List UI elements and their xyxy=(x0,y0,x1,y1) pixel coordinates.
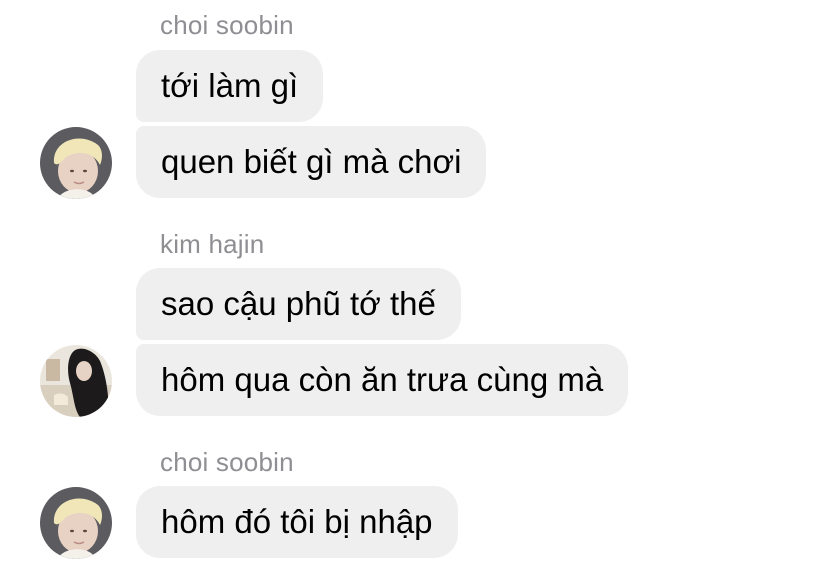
message-bubble[interactable]: hôm qua còn ăn trưa cùng mà xyxy=(136,344,629,416)
blond-person-avatar[interactable] xyxy=(40,487,112,559)
message-bubble[interactable]: tới làm gì xyxy=(136,50,324,122)
sender-name: kim hajin xyxy=(160,229,265,259)
sender-name: choi soobin xyxy=(160,10,294,40)
dark-hair-person-avatar[interactable] xyxy=(40,345,112,417)
avatar-image xyxy=(40,345,112,417)
message-bubble[interactable]: sao cậu phũ tớ thế xyxy=(136,268,461,340)
message-bubble[interactable]: quen biết gì mà chơi xyxy=(136,126,487,198)
avatar-image xyxy=(40,487,112,559)
message-bubble[interactable]: hôm đó tôi bị nhập xyxy=(136,486,458,558)
chat-thread: choi soobin tới làm gì quen biết gì mà c… xyxy=(0,0,828,567)
sender-name: choi soobin xyxy=(160,447,294,477)
blond-person-avatar[interactable] xyxy=(40,127,112,199)
avatar-image xyxy=(40,127,112,199)
